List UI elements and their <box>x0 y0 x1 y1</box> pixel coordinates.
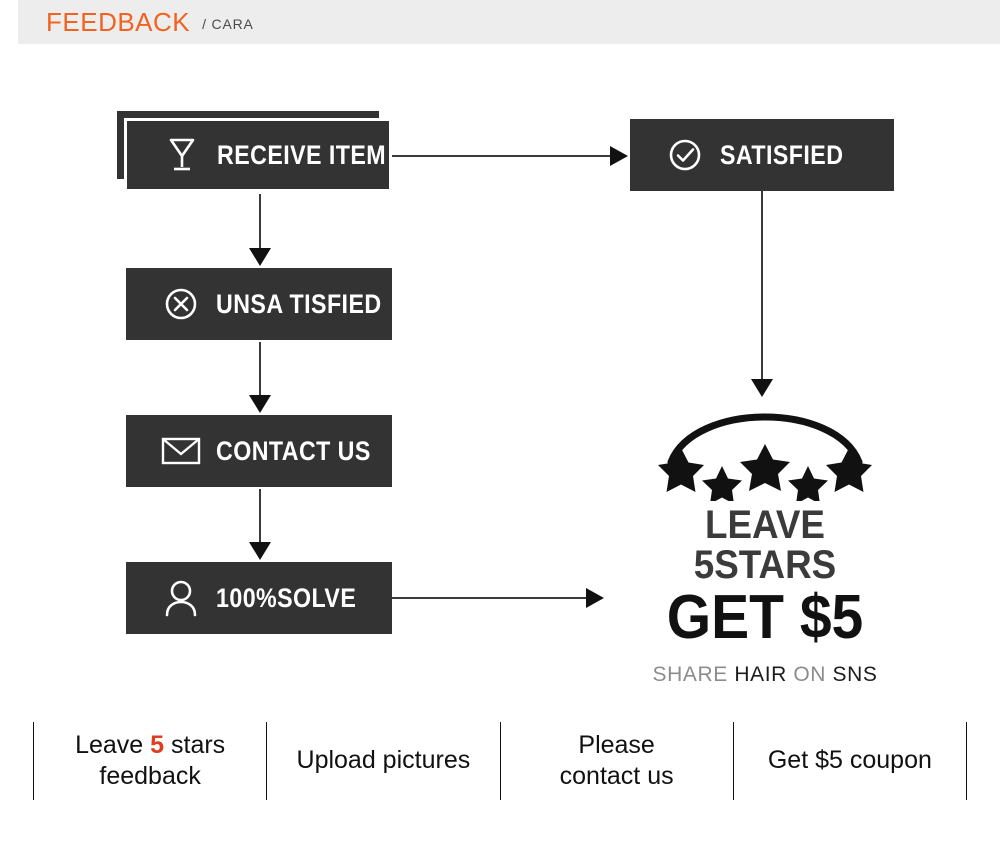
badge-word-sns: SNS <box>832 663 878 686</box>
arrow-shaft <box>259 194 261 250</box>
arrow-shaft <box>259 342 261 397</box>
flow-box-receive-item[interactable]: RECEIVE ITEM <box>124 118 392 192</box>
page-subtitle: / CARA <box>202 16 254 32</box>
arc-and-stars-icon <box>658 413 872 501</box>
arrow-satisfied-to-stars-badge <box>750 191 774 397</box>
envelope-icon <box>160 430 202 472</box>
arrow-head <box>586 588 604 608</box>
arrow-receive-item-to-satisfied <box>392 145 628 167</box>
flow-box-satisfied[interactable]: SATISFIED <box>630 119 894 191</box>
badge-word-on: ON <box>793 663 827 686</box>
arrow-receive-item-to-unsatisfied <box>248 194 272 266</box>
check-circle-icon <box>664 134 706 176</box>
person-icon <box>160 577 202 619</box>
arrow-shaft <box>392 597 590 599</box>
arrow-head <box>751 379 773 397</box>
flow-box-label: UNSA TISFIED <box>216 288 382 319</box>
bottom-cell-text-pre: Leave <box>75 730 151 759</box>
badge-word-hair: HAIR <box>734 663 787 686</box>
bottom-cell-upload-pictures[interactable]: Upload pictures <box>267 745 499 776</box>
bottom-cell-highlight: 5 <box>150 730 165 759</box>
arrow-head <box>610 146 628 166</box>
flow-box-label: RECEIVE ITEM <box>217 139 387 170</box>
arrow-contact-us-to-solve <box>248 489 272 560</box>
bottom-cell-get-coupon[interactable]: Get $5 coupon <box>734 745 966 776</box>
arrow-head <box>249 248 271 266</box>
flow-box-contact-us[interactable]: CONTACT US <box>126 415 392 487</box>
flow-box-100-percent-solve[interactable]: 100%SOLVE <box>126 562 392 634</box>
arrow-shaft <box>259 489 261 544</box>
flow-box-label: 100%SOLVE <box>216 582 357 613</box>
badge-word-share: SHARE <box>652 663 728 686</box>
bottom-cell-text-pre: Upload pictures <box>296 746 471 775</box>
arrow-shaft <box>392 155 614 157</box>
arrow-head <box>249 542 271 560</box>
badge-line-share-hair-on-sns: SHARE HAIR ON SNS <box>620 663 910 687</box>
wine-glass-icon <box>161 134 203 176</box>
page-title: FEEDBACK <box>46 6 191 37</box>
badge-line-get-5-dollars: GET $5 <box>666 583 864 652</box>
arrow-head <box>249 395 271 413</box>
bottom-cell-text-line2: feedback <box>99 762 201 790</box>
page-header: FEEDBACK / CARA <box>18 0 1000 44</box>
bottom-divider <box>966 722 967 800</box>
badge-line-leave-5-stars: LEAVE 5STARS <box>693 503 837 587</box>
flow-box-unsatisfied[interactable]: UNSA TISFIED <box>126 268 392 340</box>
arrow-shaft <box>761 191 763 381</box>
bottom-cell-text-pre: Please <box>578 730 655 759</box>
flow-box-label: SATISFIED <box>720 139 844 170</box>
bottom-cell-text-post: stars <box>164 730 226 759</box>
bottom-summary-bar: Leave 5 stars feedback Upload pictures P… <box>0 706 1000 816</box>
bottom-cell-leave-stars[interactable]: Leave 5 stars feedback <box>34 730 266 793</box>
x-circle-icon <box>160 283 202 325</box>
feedback-flowchart: RECEIVE ITEM SATISFIED UNSA TISFIED CONT… <box>0 44 1000 694</box>
flow-box-label: CONTACT US <box>216 435 371 466</box>
five-stars-reward-badge: LEAVE 5STARS GET $5 SHARE HAIR ON SNS <box>620 396 910 687</box>
bottom-cell-text-line2: contact us <box>559 762 674 790</box>
bottom-cell-text-pre: Get $5 coupon <box>767 746 932 775</box>
arrow-unsatisfied-to-contact-us <box>248 342 272 413</box>
arrow-solve-to-stars-badge <box>392 587 604 609</box>
bottom-cell-please-contact-us[interactable]: Please contact us <box>501 730 733 793</box>
